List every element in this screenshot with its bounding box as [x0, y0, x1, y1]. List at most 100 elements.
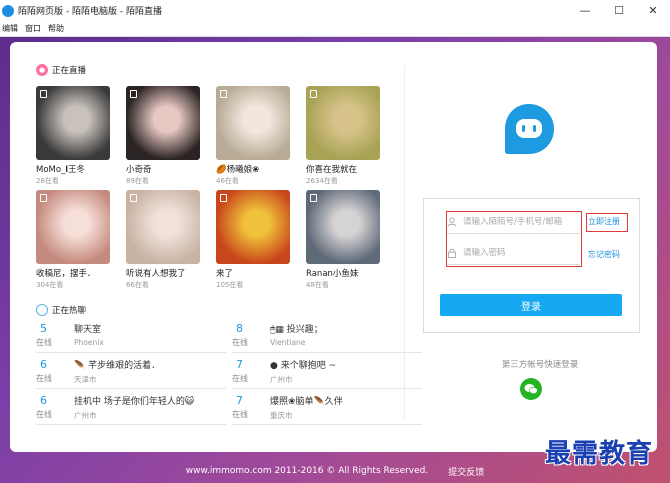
chat-heading-text: 正在热聊: [52, 306, 87, 316]
chat-online-label: 在线: [36, 338, 52, 347]
live-card-viewers: 2634在看: [306, 177, 338, 185]
live-card[interactable]: Ranan小鱼妹 48在看: [306, 190, 380, 290]
chat-room-title: ● 来个聊抱吧 ~: [270, 361, 337, 371]
chat-room-row[interactable]: 6 在线 🪶 芊步维艰的活着． 天津市: [36, 356, 226, 389]
live-card-name: 🏉杨曦娘❀: [216, 165, 260, 175]
forgot-password-link[interactable]: 忘记密码: [588, 249, 620, 260]
live-card[interactable]: 你喜在我就在 2634在看: [306, 86, 380, 186]
live-card-name: 你喜在我就在: [306, 165, 358, 175]
live-thumbnail[interactable]: [216, 86, 290, 160]
chat-online-count: 5: [40, 322, 47, 335]
momo-logo-icon: [505, 104, 554, 154]
live-thumbnail[interactable]: [306, 190, 380, 264]
menu-bar: 编辑 窗口 帮助: [0, 21, 670, 37]
live-card-viewers: 105在看: [216, 281, 244, 289]
chat-online-label: 在线: [232, 374, 248, 383]
window-title: 陌陌网页版 - 陌陌电脑版 - 陌陌直播: [18, 7, 162, 17]
chat-online-label: 在线: [232, 410, 248, 419]
title-bar: 陌陌网页版 - 陌陌电脑版 - 陌陌直播 — ☐ ✕: [0, 0, 670, 21]
live-card-viewers: 48在看: [306, 281, 329, 289]
live-thumbnail[interactable]: [126, 190, 200, 264]
minimize-button[interactable]: —: [568, 0, 602, 21]
chat-room-location: 天津市: [74, 375, 97, 384]
live-tag-icon: [220, 90, 227, 98]
live-heading-text: 正在直播: [52, 66, 87, 76]
menu-window[interactable]: 窗口: [25, 23, 41, 34]
live-card-name: Ranan小鱼妹: [306, 269, 359, 279]
chat-room-location: 广州市: [270, 375, 293, 384]
chat-room-title: 🖱▦ 投兴趣；: [270, 325, 323, 335]
live-card-viewers: 66在看: [126, 281, 149, 289]
live-card[interactable]: 🏉杨曦娘❀ 46在看: [216, 86, 290, 186]
chat-online-count: 8: [236, 322, 243, 335]
chat-online-count: 6: [40, 394, 47, 407]
register-link[interactable]: 立即注册: [588, 216, 620, 227]
chat-room-title: 挂机中 场子是你们年轻人的😺: [74, 397, 195, 407]
live-tag-icon: [40, 90, 47, 98]
live-tag-icon: [310, 194, 317, 202]
live-tag-icon: [130, 194, 137, 202]
chat-online-count: 6: [40, 358, 47, 371]
chat-room-row[interactable]: 6 在线 挂机中 场子是你们年轻人的😺 广州市: [36, 392, 226, 425]
live-card[interactable]: 来了 105在看: [216, 190, 290, 290]
live-card-name: 小奇奇: [126, 165, 152, 175]
live-card-name: 听说有人想我了: [126, 269, 186, 279]
feedback-link[interactable]: 提交反馈: [448, 465, 484, 478]
live-section-heading: ● 正在直播: [36, 64, 86, 76]
live-card-viewers: 89在看: [126, 177, 149, 185]
live-tag-icon: [130, 90, 137, 98]
chat-room-title: 聊天室: [74, 325, 102, 335]
login-button[interactable]: 登录: [440, 294, 622, 316]
live-card[interactable]: 听说有人想我了 66在看: [126, 190, 200, 290]
chat-room-title: 爆照❀脑单🪶久伴: [270, 397, 343, 407]
menu-edit[interactable]: 编辑: [2, 23, 18, 34]
live-thumbnail[interactable]: [36, 190, 110, 264]
live-tag-icon: [40, 194, 47, 202]
flame-icon: ●: [36, 64, 48, 76]
close-button[interactable]: ✕: [636, 0, 670, 21]
app-logo-icon: [2, 4, 14, 17]
chat-room-row[interactable]: 8 在线 🖱▦ 投兴趣； Vientiane: [232, 320, 422, 353]
live-card-name: 收稿尼，摆手．: [36, 269, 96, 279]
chat-online-label: 在线: [36, 374, 52, 383]
wechat-icon: [524, 384, 538, 395]
live-card-name: MoMo_𝐈王冬: [36, 165, 85, 175]
maximize-button[interactable]: ☐: [602, 0, 636, 21]
wechat-login-button[interactable]: [520, 378, 542, 400]
chat-online-count: 7: [236, 358, 243, 371]
third-party-label: 第三方帐号快速登录: [501, 360, 579, 370]
window-controls: — ☐ ✕: [568, 0, 670, 21]
live-card[interactable]: 小奇奇 89在看: [126, 86, 200, 186]
main-panel: ● 正在直播 MoMo_𝐈王冬 28在看 小奇奇 89在看 🏉杨曦娘❀ 46在看 你喜在我就…: [10, 42, 657, 452]
live-card-viewers: 46在看: [216, 177, 239, 185]
chat-room-location: Phoenix: [74, 338, 104, 347]
chat-room-title: 🪶 芊步维艰的活着．: [74, 361, 161, 371]
chat-room-location: Vientiane: [270, 338, 306, 347]
live-tag-icon: [220, 194, 227, 202]
live-tag-icon: [310, 90, 317, 98]
chat-room-row[interactable]: 7 在线 爆照❀脑单🪶久伴 重庆市: [232, 392, 422, 425]
chat-room-row[interactable]: 5 在线 聊天室 Phoenix: [36, 320, 226, 353]
live-thumbnail[interactable]: [36, 86, 110, 160]
live-card-viewers: 28在看: [36, 177, 59, 185]
menu-help[interactable]: 帮助: [48, 23, 64, 34]
chat-room-location: 广州市: [74, 411, 97, 420]
live-card[interactable]: 收稿尼，摆手． 304在看: [36, 190, 110, 290]
copyright-text: www.immomo.com 2011-2016 © All Rights Re…: [185, 466, 429, 476]
panel-divider: [404, 66, 405, 421]
live-thumbnail[interactable]: [126, 86, 200, 160]
watermark-text: 最需教育: [545, 439, 654, 469]
login-form: 立即注册 忘记密码 登录: [423, 198, 640, 333]
live-thumbnail[interactable]: [306, 86, 380, 160]
live-card-name: 来了: [216, 269, 234, 279]
chat-bubble-icon: [36, 304, 48, 316]
input-highlight-box: [446, 211, 582, 267]
live-thumbnail[interactable]: [216, 190, 290, 264]
live-card-viewers: 304在看: [36, 281, 64, 289]
chat-online-count: 7: [236, 394, 243, 407]
chat-section-heading: 正在热聊: [36, 304, 86, 316]
chat-online-label: 在线: [232, 338, 248, 347]
live-card[interactable]: MoMo_𝐈王冬 28在看: [36, 86, 110, 186]
chat-room-row[interactable]: 7 在线 ● 来个聊抱吧 ~ 广州市: [232, 356, 422, 389]
chat-online-label: 在线: [36, 410, 52, 419]
